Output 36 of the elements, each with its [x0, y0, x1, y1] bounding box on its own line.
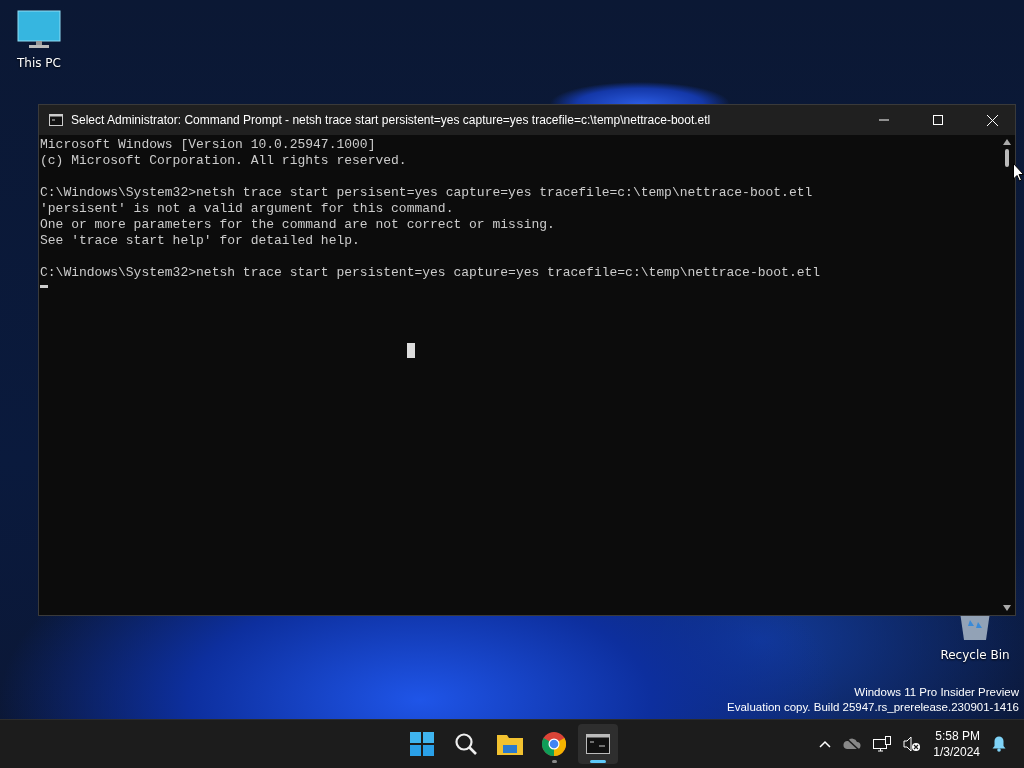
running-indicator: [551, 760, 557, 763]
search-icon: [454, 732, 478, 756]
monitor-icon[interactable]: [17, 10, 61, 50]
desktop-icon-label[interactable]: Recycle Bin: [940, 648, 1010, 662]
watermark-text: Windows 11 Pro Insider Preview: [853, 685, 1019, 700]
chevron-up-icon[interactable]: [819, 740, 832, 748]
console-line: See 'trace start help' for detailed help.: [40, 233, 361, 249]
maximize-icon: [933, 115, 943, 125]
volume-muted-icon[interactable]: [903, 736, 922, 752]
scroll-down-icon[interactable]: [1003, 605, 1011, 611]
console-line: 'persisent' is not a valid argument for this command.: [40, 201, 455, 217]
watermark-text: Evaluation copy. Build 25947.rs_prerelease.230901-1416: [727, 700, 1019, 715]
console-line: C:\Windows\System32>netsh trace start persisent=yes capture=yes tracefile=c:\temp\nettrace-boot.etl: [40, 185, 814, 201]
scrollbar-thumb[interactable]: [1005, 149, 1009, 167]
running-indicator: [590, 760, 606, 763]
chrome-icon: [542, 732, 566, 756]
text-cursor: [40, 285, 48, 288]
desktop-icon-label[interactable]: This PC: [17, 56, 61, 70]
terminal-icon: [586, 734, 610, 754]
cloud-off-icon[interactable]: [843, 738, 862, 750]
mouse-cursor-icon: [407, 343, 415, 358]
scroll-up-icon[interactable]: [1003, 139, 1011, 145]
notification-bell-icon[interactable]: [992, 736, 1006, 752]
network-icon[interactable]: [873, 736, 892, 752]
console-line: Microsoft Windows [Version 10.0.25947.1000]: [40, 137, 377, 153]
console-line: C:\Windows\System32>netsh trace start persistent=yes capture=yes tracefile=c:\temp\nettrace-boot.etl: [40, 265, 822, 281]
clock-date[interactable]: 1/3/2024: [933, 744, 980, 760]
console-line: One or more parameters for the command are not correct or missing.: [40, 217, 556, 233]
terminal-icon: [49, 114, 63, 126]
taskbar-app-button[interactable]: [578, 724, 618, 764]
window-title: Select Administrator: Command Prompt - netsh trace start persistent=yes capture=yes tracefile=c:\temp\nettrace-boot.etl: [71, 113, 712, 127]
windows-start-icon: [410, 732, 434, 756]
console-line: (c) Microsoft Corporation. All rights reserved.: [40, 153, 408, 169]
close-icon: [986, 114, 998, 126]
clock-time[interactable]: 5:58 PM: [935, 728, 980, 744]
folder-icon: [497, 733, 523, 755]
